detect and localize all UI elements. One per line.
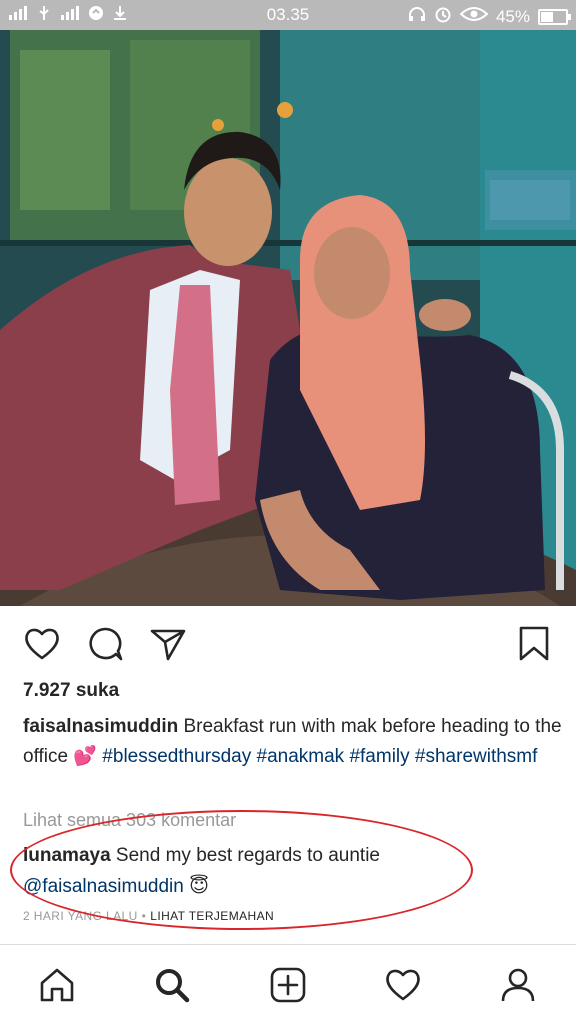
comment-text: Send my best regards to auntie: [110, 845, 380, 866]
comment-mention[interactable]: @faisalnasimuddin: [23, 876, 184, 897]
caption-hashtags[interactable]: #blessedthursday #anakmak #family #share…: [97, 746, 537, 767]
heart-icon[interactable]: [22, 624, 62, 664]
battery-level: [541, 11, 553, 22]
comment-username[interactable]: lunamaya: [23, 845, 111, 866]
post-meta: 2 HARI YANG LALU • LIHAT TERJEMAHAN: [23, 909, 274, 923]
battery-icon: [538, 8, 571, 25]
caption-emoji: 💕: [73, 746, 98, 767]
post-caption: faisalnasimuddin Breakfast run with mak …: [23, 712, 563, 772]
post-photo[interactable]: [0, 30, 576, 606]
profile-icon[interactable]: [498, 965, 538, 1005]
photo-illustration: [0, 30, 576, 606]
post-time: 2 HARI YANG LALU: [23, 909, 138, 923]
like-count[interactable]: 7.927 suka: [23, 680, 119, 702]
search-icon[interactable]: [152, 965, 192, 1005]
home-icon[interactable]: [37, 965, 77, 1005]
view-all-comments-link[interactable]: Lihat semua 303 komentar: [23, 810, 236, 831]
add-post-icon[interactable]: [268, 965, 308, 1005]
post-actions: [0, 606, 576, 678]
share-icon[interactable]: [148, 624, 188, 664]
comment: lunamaya Send my best regards to auntie …: [23, 840, 563, 902]
comment-emoji: 😇: [189, 876, 209, 897]
activity-heart-icon[interactable]: [383, 965, 423, 1005]
comment-icon[interactable]: [85, 624, 125, 664]
bottom-navigation: [0, 944, 576, 1024]
eye-icon: [459, 6, 489, 27]
headset-icon: [408, 6, 426, 27]
meta-separator: •: [141, 909, 147, 923]
alarm-icon: [434, 5, 452, 28]
bookmark-icon[interactable]: [514, 624, 554, 664]
status-bar: 03.35 45%: [0, 0, 576, 30]
battery-percent: 45%: [495, 6, 530, 26]
translate-link[interactable]: LIHAT TERJEMAHAN: [150, 909, 274, 923]
status-right-icons: 45%: [408, 5, 571, 28]
caption-username[interactable]: faisalnasimuddin: [23, 716, 178, 737]
